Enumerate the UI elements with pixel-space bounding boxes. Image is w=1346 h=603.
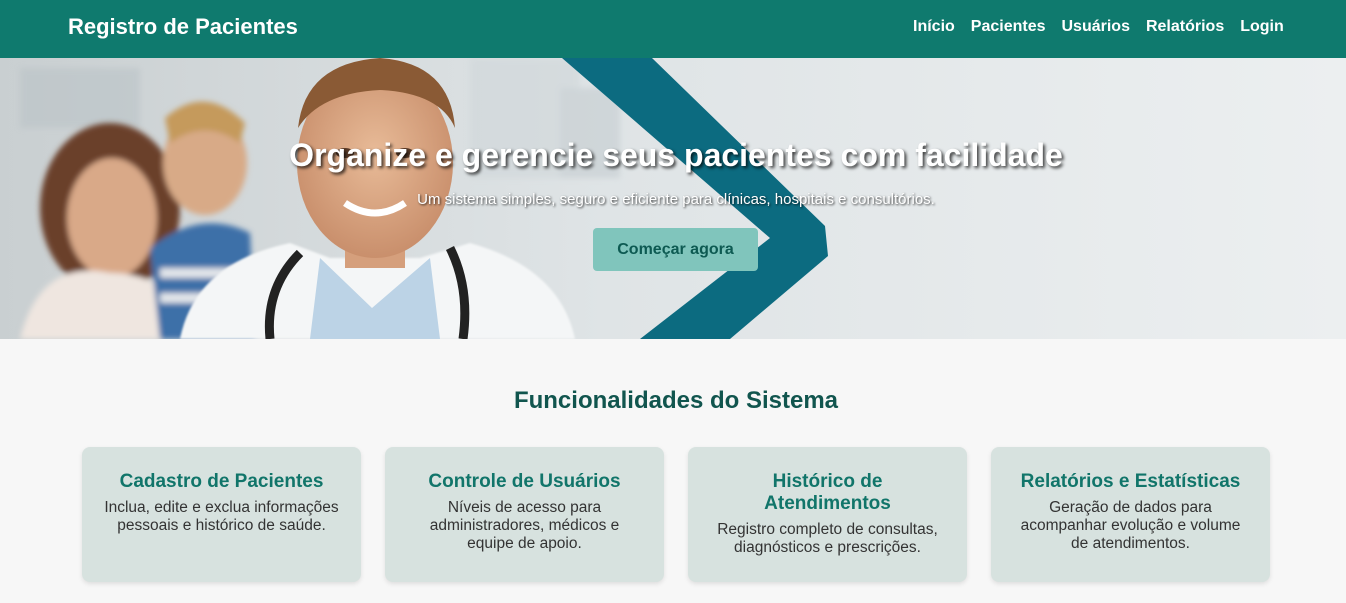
feature-card-text: Inclua, edite e exclua informações pesso… [104, 499, 339, 534]
feature-card-title: Histórico de Atendimentos [764, 471, 891, 514]
nav-link-login[interactable]: Login [1240, 18, 1284, 36]
hero-title: Organize e gerencie seus pacientes com f… [289, 137, 1063, 173]
site-brand[interactable]: Registro de Pacientes [68, 14, 298, 40]
feature-card-user-control[interactable]: Controle de Usuários Níveis de acesso pa… [385, 447, 664, 582]
feature-card-text: Registro completo de consultas, diagnóst… [717, 521, 938, 556]
main-nav: Início Pacientes Usuários Relatórios Log… [913, 18, 1284, 36]
feature-card-reports[interactable]: Relatórios e Estatísticas Geração de dad… [991, 447, 1270, 582]
feature-cards: Cadastro de Pacientes Inclua, edite e ex… [82, 447, 1270, 582]
start-now-button[interactable]: Começar agora [593, 228, 758, 271]
hero-subtitle: Um sistema simples, seguro e eficiente p… [417, 191, 935, 208]
feature-card-appointment-history[interactable]: Histórico de Atendimentos Registro compl… [688, 447, 967, 582]
nav-link-relatorios[interactable]: Relatórios [1146, 18, 1224, 36]
feature-card-text: Geração de dados para acompanhar evoluçã… [1020, 499, 1241, 552]
features-title: Funcionalidades do Sistema [513, 387, 839, 414]
hero-banner: Organize e gerencie seus pacientes com f… [0, 58, 1346, 339]
feature-card-text: Níveis de acesso para administradores, m… [429, 499, 620, 552]
nav-link-pacientes[interactable]: Pacientes [971, 18, 1046, 36]
nav-link-usuarios[interactable]: Usuários [1062, 18, 1130, 36]
feature-card-title: Controle de Usuários [428, 471, 621, 492]
nav-link-inicio[interactable]: Início [913, 18, 955, 36]
feature-card-patient-registration[interactable]: Cadastro de Pacientes Inclua, edite e ex… [82, 447, 361, 582]
feature-card-title: Relatórios e Estatísticas [1020, 471, 1241, 492]
feature-card-title: Cadastro de Pacientes [119, 471, 324, 492]
top-navbar: Registro de Pacientes Início Pacientes U… [0, 0, 1346, 58]
